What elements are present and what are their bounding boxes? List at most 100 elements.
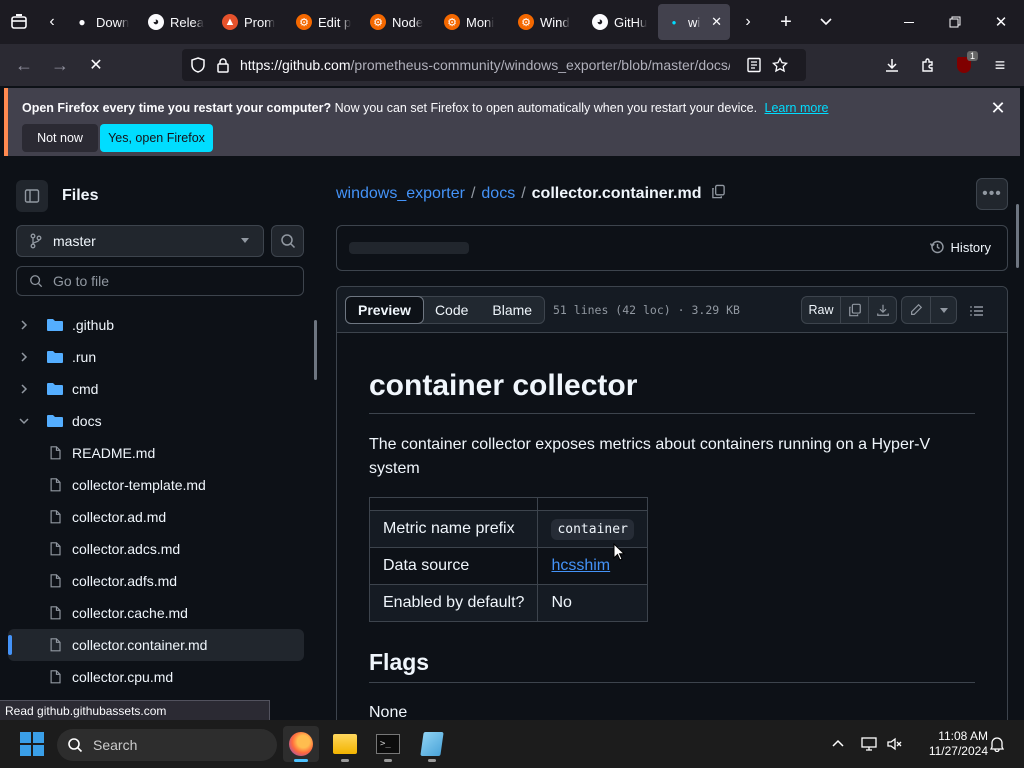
not-now-button[interactable]: Not now	[22, 124, 98, 152]
ublock-extension-button[interactable]: 1	[946, 47, 982, 83]
tab-grafana-monitor[interactable]: ⚙ Moni	[436, 4, 510, 40]
file-tree-sidebar: Files master Go to file .github .run cmd do…	[0, 158, 320, 720]
tree-item-label: collector.container.md	[72, 637, 208, 653]
chevron-down-icon[interactable]	[16, 415, 32, 427]
tree-folder[interactable]: .run	[8, 341, 304, 373]
tree-folder[interactable]: .github	[8, 309, 304, 341]
copy-raw-button[interactable]	[840, 297, 868, 323]
markdown-paragraph: None	[369, 704, 408, 720]
yes-open-firefox-button[interactable]: Yes, open Firefox	[100, 124, 213, 152]
tab-label: Down	[96, 14, 130, 30]
network-status-button[interactable]	[858, 720, 880, 768]
hcsshim-link[interactable]: hcsshim	[551, 557, 610, 574]
bookmark-star-icon[interactable]	[772, 57, 788, 73]
shield-icon[interactable]	[190, 57, 206, 73]
copy-path-button[interactable]	[711, 184, 726, 204]
table-cell-key: Data source	[368, 547, 539, 585]
tree-file[interactable]: collector.adfs.md	[8, 565, 304, 597]
tree-file[interactable]: collector.cache.md	[8, 597, 304, 629]
tree-file[interactable]: README.md	[8, 437, 304, 469]
table-cell-key: Metric name prefix	[368, 510, 539, 548]
tree-folder[interactable]: cmd	[8, 373, 304, 405]
tree-file[interactable]: collector.cpu.md	[8, 661, 304, 693]
tree-file[interactable]: collector.ad.md	[8, 501, 304, 533]
tab-grafana-windows[interactable]: ⚙ Wind	[510, 4, 584, 40]
history-button[interactable]: History	[929, 239, 991, 255]
tree-item-label: .github	[72, 317, 115, 333]
tab-releases[interactable]: ◕ Relea	[140, 4, 214, 40]
close-window-button[interactable]: ✕	[980, 0, 1022, 44]
reader-view-icon[interactable]	[746, 57, 762, 73]
page-scrollbar[interactable]	[1016, 204, 1019, 268]
tab-scroll-right-button[interactable]: ›	[734, 0, 762, 44]
volume-button[interactable]	[884, 720, 906, 768]
address-bar[interactable]: https://github.com/prometheus-community/…	[182, 49, 806, 81]
tab-prometheus[interactable]: ▲ Prom	[214, 4, 288, 40]
tab-grafana-node[interactable]: ⚙ Node	[362, 4, 436, 40]
notifications-button[interactable]	[986, 720, 1008, 768]
copy-icon	[848, 303, 861, 317]
raw-button[interactable]: Raw	[802, 297, 840, 323]
breadcrumb-folder-link[interactable]: docs	[481, 185, 515, 203]
go-to-file-input[interactable]: Go to file	[16, 266, 304, 296]
app-running-indicator	[341, 759, 349, 762]
more-options-button[interactable]: •••	[976, 178, 1008, 210]
sidebar-scrollbar[interactable]	[314, 320, 317, 380]
maximize-window-button[interactable]	[934, 0, 976, 44]
taskbar-firefox[interactable]	[283, 726, 319, 762]
tab-scroll-left-button[interactable]: ‹	[38, 0, 66, 44]
extensions-button[interactable]	[910, 47, 946, 83]
tab-active-windows-exporter[interactable]: ● wi ✕	[658, 4, 730, 40]
taskbar-file-explorer[interactable]	[327, 726, 363, 762]
show-hidden-icons-button[interactable]	[826, 720, 850, 768]
table-cell-value: No	[537, 584, 649, 622]
taskbar-search[interactable]: Search	[57, 729, 277, 761]
forward-button[interactable]: →	[42, 47, 78, 83]
taskbar-notepad[interactable]	[414, 726, 450, 762]
branch-selector[interactable]: master	[16, 225, 264, 257]
close-notification-button[interactable]: ✕	[986, 96, 1010, 120]
app-running-indicator	[428, 759, 436, 762]
downloads-button[interactable]	[874, 47, 910, 83]
breadcrumb-separator: /	[470, 185, 476, 202]
chevron-right-icon[interactable]	[16, 383, 32, 395]
learn-more-link[interactable]: Learn more	[765, 101, 829, 115]
start-button[interactable]	[20, 732, 44, 756]
tab-downloads[interactable]: ● Down	[66, 4, 140, 40]
download-icon: ●	[78, 15, 86, 29]
search-code-button[interactable]	[271, 225, 304, 257]
tab-label: GitHu	[614, 14, 648, 30]
lock-icon[interactable]	[216, 57, 230, 73]
stop-loading-button[interactable]: ✕	[78, 47, 114, 83]
download-raw-button[interactable]	[868, 297, 896, 323]
minimize-window-button[interactable]	[888, 0, 930, 44]
chevron-right-icon[interactable]	[16, 351, 32, 363]
taskbar-terminal[interactable]: >_	[370, 726, 406, 762]
tree-file[interactable]: collector.container.md	[8, 629, 304, 661]
tab-grafana-edit[interactable]: ⚙ Edit p	[288, 4, 362, 40]
blame-tab[interactable]: Blame	[480, 297, 544, 323]
breadcrumb-repo-link[interactable]: windows_exporter	[336, 185, 465, 203]
app-menu-button[interactable]: ≡	[982, 47, 1018, 83]
code-tab[interactable]: Code	[423, 297, 480, 323]
close-tab-icon[interactable]: ✕	[711, 14, 722, 30]
markdown-heading-1: container collector	[369, 369, 638, 402]
tree-folder[interactable]: docs	[8, 405, 304, 437]
system-clock[interactable]: 11:08 AM 11/27/2024	[912, 729, 988, 759]
chevron-right-icon[interactable]	[16, 319, 32, 331]
tab-overview-button[interactable]	[0, 0, 38, 44]
edit-file-button[interactable]	[902, 297, 930, 323]
url-text[interactable]: https://github.com/prometheus-community/…	[240, 57, 730, 73]
grafana-icon: ⚙	[370, 14, 386, 30]
back-button[interactable]: ←	[6, 47, 42, 83]
download-icon	[886, 59, 898, 72]
list-all-tabs-button[interactable]	[810, 0, 842, 44]
edit-options-dropdown[interactable]	[930, 297, 956, 323]
outline-button[interactable]	[963, 298, 991, 324]
tree-file[interactable]: collector-template.md	[8, 469, 304, 501]
collapse-sidebar-button[interactable]	[16, 180, 48, 212]
new-tab-button[interactable]: +	[770, 0, 802, 44]
tab-github[interactable]: ◕ GitHu	[584, 4, 658, 40]
tree-file[interactable]: collector.adcs.md	[8, 533, 304, 565]
preview-tab[interactable]: Preview	[345, 296, 424, 324]
